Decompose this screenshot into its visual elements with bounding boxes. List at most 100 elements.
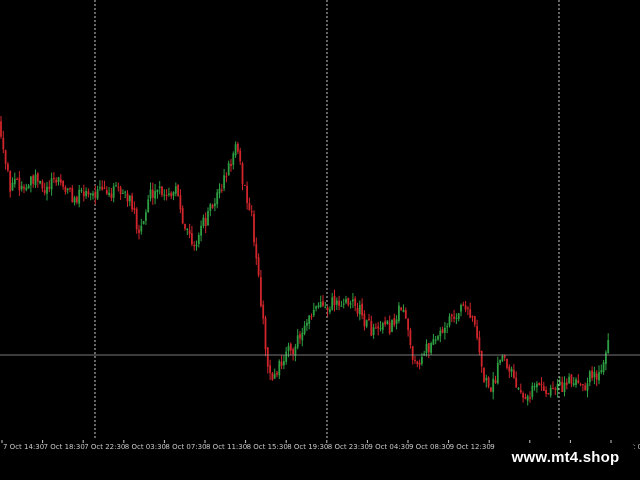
candle-bull (496, 362, 499, 384)
candle-bull (50, 178, 53, 190)
candle-bull (501, 356, 504, 361)
time-axis-label: 8 Oct 11:30 (206, 443, 247, 451)
candle-bull (331, 297, 334, 310)
candle-bull (301, 332, 304, 341)
candle-bull (559, 382, 561, 385)
candle-bull (158, 186, 161, 189)
candle-bear (220, 189, 223, 191)
candle-bull (533, 386, 536, 388)
candle-bull (202, 217, 205, 226)
candle-bull (342, 303, 345, 305)
time-axis-label: 8 Oct 07:30 (165, 443, 206, 451)
candle-bear (529, 397, 531, 399)
candle-bear (384, 321, 386, 325)
candle-bear (561, 381, 564, 392)
candle-bear (508, 366, 511, 372)
candle-bear (71, 188, 74, 203)
candle-bear (76, 197, 78, 203)
candle-bull (92, 193, 94, 196)
candle-bear (82, 191, 85, 197)
candle-bull (306, 322, 308, 326)
candle-bear (464, 305, 467, 310)
candle-bull (147, 199, 150, 212)
candle-bull (556, 383, 559, 391)
time-axis-label: 7 Oct 18:30 (44, 443, 85, 451)
candle-bull (96, 189, 99, 199)
candle-bear (264, 317, 267, 350)
candle-bear (230, 164, 232, 166)
candle-bear (48, 186, 51, 189)
candle-bear (2, 137, 5, 150)
candle-bull (85, 191, 87, 197)
candle-bull (391, 319, 393, 332)
candle-bear (427, 343, 430, 353)
candle-bear (177, 184, 179, 196)
candle-bear (191, 233, 193, 245)
candle-bear (4, 150, 7, 164)
candle-bear (388, 322, 391, 334)
candle-bear (250, 211, 253, 213)
price-chart[interactable]: 7 Oct 14:30 7 Oct 18:30 7 Oct 22:30 8 Oct 0… (0, 0, 640, 480)
candle-bear (469, 309, 472, 318)
candle-bull (278, 361, 281, 376)
candle-bull (605, 352, 607, 364)
candle-bear (18, 177, 21, 191)
candle-bear (579, 384, 582, 386)
candle-bull (349, 303, 352, 305)
candle-bear (0, 121, 2, 137)
candle-bear (375, 327, 377, 329)
candle-bear (16, 179, 18, 181)
candle-bear (487, 377, 490, 387)
candle-bear (490, 387, 492, 392)
candle-bull (430, 343, 432, 353)
candle-bear (467, 307, 469, 309)
candle-bull (27, 185, 30, 189)
candle-bull (30, 176, 32, 186)
candle-bear (416, 361, 419, 364)
candle-bear (462, 304, 465, 306)
candle-bull (372, 327, 375, 335)
candle-bull (283, 361, 285, 366)
candle-bear (552, 388, 554, 390)
candle-bull (448, 316, 451, 326)
candle-bear (260, 277, 262, 307)
candle-bull (460, 304, 462, 312)
candle-bear (515, 377, 518, 388)
candle-bull (352, 299, 354, 302)
candle-bear (356, 307, 359, 314)
candle-bull (312, 309, 315, 316)
candle-bear (478, 337, 481, 353)
candle-bull (197, 235, 200, 244)
chart-window[interactable]: 7 Oct 14:30 7 Oct 18:30 7 Oct 22:30 8 Oct 0… (0, 0, 640, 480)
candle-bull (124, 191, 127, 193)
time-axis-label: 8 Oct 03:30 (125, 443, 166, 451)
candle-bear (292, 349, 294, 355)
candle-bull (216, 192, 219, 205)
candle-bear (179, 195, 182, 210)
candle-bear (188, 230, 191, 235)
time-axis-label: 7 Oct 22:30 (84, 443, 125, 451)
candle-bull (536, 383, 538, 388)
candle-bear (101, 186, 104, 190)
candle-bull (195, 244, 198, 247)
candle-bull (421, 356, 423, 364)
candle-bull (517, 388, 520, 390)
candle-bull (154, 191, 156, 199)
candle-bear (41, 181, 44, 189)
candle-bear (326, 307, 329, 311)
candle-bull (200, 225, 202, 236)
candle-bear (354, 298, 357, 306)
candle-bull (455, 317, 458, 319)
candle-bull (232, 153, 235, 165)
candle-bull (13, 178, 16, 185)
time-axis-label: 8 Oct 15:30 (247, 443, 288, 451)
time-axis-label: 8 Oct 23:30 (328, 443, 369, 451)
candle-bear (595, 373, 598, 380)
candle-bear (363, 313, 366, 327)
watermark: www.mt4.shop (497, 444, 634, 470)
candle-bear (110, 193, 113, 198)
candle-bear (36, 173, 39, 182)
candle-bull (156, 189, 159, 192)
candle-bull (593, 371, 596, 378)
candle-bear (400, 307, 403, 311)
